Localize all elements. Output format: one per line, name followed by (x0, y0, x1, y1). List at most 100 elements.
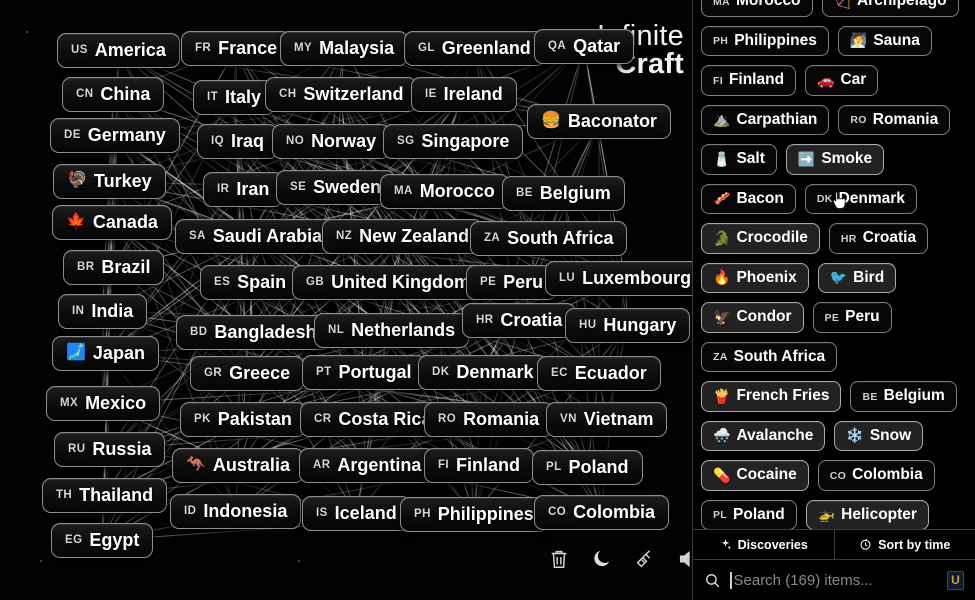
canvas-node[interactable]: 🗾 Japan (52, 336, 159, 371)
canvas-node[interactable]: BR Brazil (63, 250, 165, 285)
canvas-node[interactable]: MX Mexico (46, 386, 161, 421)
canvas-node[interactable]: LU Luxembourg (545, 261, 692, 296)
canvas-node[interactable]: IQ Iraq (197, 124, 278, 159)
canvas-node[interactable]: MY Malaysia (280, 31, 409, 66)
canvas-node-label: America (94, 40, 166, 60)
sidebar-item-chip[interactable]: 🚁 Helicopter (805, 499, 929, 529)
sidebar-item-chip[interactable]: ZA South Africa (701, 341, 838, 372)
canvas-node[interactable]: AR Argentina (299, 448, 436, 483)
sidebar-item-chip[interactable]: PL Poland (701, 499, 797, 529)
canvas-node[interactable]: NZ New Zealand (322, 219, 484, 254)
craft-canvas[interactable]: Infinite Craft US America FR France MY Malays… (0, 0, 692, 600)
canvas-node-label: Spain (237, 272, 287, 292)
sound-icon[interactable] (677, 548, 692, 570)
extension-badge-icon[interactable]: U (947, 570, 964, 590)
canvas-node[interactable]: HR Croatia (462, 303, 577, 338)
broom-icon[interactable] (634, 548, 656, 570)
search-input[interactable]: Search (169) items... (730, 571, 938, 589)
canvas-node[interactable]: IE Ireland (411, 77, 517, 112)
canvas-node[interactable]: US America (57, 33, 180, 68)
canvas-node[interactable]: IT Italy (193, 80, 276, 115)
sidebar-item-chip[interactable]: 💊 Cocaine (701, 460, 809, 491)
sidebar-item-chip[interactable]: FI Finland (701, 65, 797, 96)
sidebar-item-chip[interactable]: ➡️ Smoke (785, 144, 885, 175)
sidebar-item-chip[interactable]: ❄️ Snow (834, 420, 924, 451)
sidebar-item-chip[interactable]: PE Peru (812, 302, 892, 333)
canvas-node[interactable]: SA Saudi Arabia (175, 219, 337, 254)
canvas-node[interactable]: IS Iceland (302, 496, 411, 531)
canvas-node[interactable]: PH Philippines (400, 497, 548, 532)
item-list-scroll[interactable]: MA Morocco 🏹 Archipelago PH Philippines 🧖 Sauna… (693, 0, 975, 529)
canvas-node[interactable]: PE Peru (466, 265, 558, 300)
tab-sort-by-time[interactable]: Sort by time (833, 530, 975, 559)
sidebar-item-chip[interactable]: DK Denmark (804, 183, 917, 214)
sidebar-item-chip[interactable]: 🏹 Archipelago (821, 0, 959, 17)
canvas-node[interactable]: ID Indonesia (170, 494, 302, 529)
sidebar-item-chip[interactable]: 🥓 Bacon (701, 183, 796, 214)
search-bar[interactable]: Search (169) items... U (693, 560, 975, 600)
canvas-node[interactable]: 🦃 Turkey (53, 164, 166, 199)
canvas-node[interactable]: SG Singapore (383, 124, 524, 159)
country-code-icon: IT (207, 91, 219, 104)
canvas-node[interactable]: IR Iran (203, 172, 284, 207)
sidebar-item-chip[interactable]: 🧂 Salt (701, 144, 777, 175)
canvas-node-label: Ecuador (574, 363, 647, 383)
sidebar-item-chip[interactable]: 🔥 Phoenix (701, 262, 809, 293)
canvas-node[interactable]: TH Thailand (42, 478, 168, 513)
canvas-node[interactable]: SE Sweden (276, 170, 396, 205)
sidebar-item-chip[interactable]: 🍟 French Fries (701, 381, 842, 412)
trash-icon[interactable] (548, 548, 570, 570)
canvas-node[interactable]: IN India (58, 294, 148, 329)
sidebar-item-chip[interactable]: RO Romania (838, 104, 951, 135)
canvas-node[interactable]: 🍁 Canada (52, 205, 172, 240)
canvas-node[interactable]: FR France (181, 31, 292, 66)
sidebar-item-chip[interactable]: ⛰️ Carpathian (701, 104, 830, 135)
sidebar-item-chip[interactable]: 🐊 Crocodile (701, 223, 820, 254)
sidebar-item-chip[interactable]: 🐦 Bird (817, 262, 897, 293)
canvas-node[interactable]: QA Qatar (534, 29, 635, 64)
canvas-node[interactable]: CN China (62, 77, 165, 112)
canvas-node[interactable]: HU Hungary (565, 308, 691, 343)
canvas-node[interactable]: PL Poland (532, 450, 643, 485)
canvas-node[interactable]: GR Greece (190, 356, 305, 391)
canvas-node[interactable]: NL Netherlands (314, 313, 470, 348)
canvas-node[interactable]: RO Romania (424, 402, 554, 437)
sidebar-item-chip[interactable]: BE Belgium (850, 381, 957, 412)
sidebar-item-chip[interactable]: 🧖 Sauna (837, 25, 932, 56)
canvas-node[interactable]: 🍔 Baconator (527, 104, 671, 139)
sidebar-item-chip[interactable]: 🌨️ Avalanche (701, 420, 826, 451)
canvas-node[interactable]: CO Colombia (534, 495, 670, 530)
canvas-node[interactable]: FI Finland (424, 448, 535, 483)
country-code-icon: PH (414, 508, 431, 521)
canvas-node[interactable]: CH Switzerland (265, 77, 418, 112)
canvas-node[interactable]: GB United Kingdom (292, 265, 485, 300)
canvas-node[interactable]: EC Ecuador (537, 356, 661, 391)
canvas-node[interactable]: RU Russia (54, 432, 166, 467)
canvas-node[interactable]: GL Greenland (404, 31, 545, 66)
canvas-node[interactable]: NO Norway (272, 124, 391, 159)
canvas-node[interactable]: DK Denmark (418, 355, 548, 390)
canvas-node[interactable]: BD Bangladesh (176, 315, 331, 350)
country-code-icon: IN (72, 305, 85, 318)
canvas-node[interactable]: ZA South Africa (470, 221, 628, 256)
canvas-node[interactable]: 🦘 Australia (172, 448, 304, 483)
sidebar-item-label: Carpathian (736, 110, 818, 128)
sidebar-item-chip[interactable]: 🦅 Condor (701, 302, 804, 333)
tab-discoveries[interactable]: Discoveries (693, 530, 834, 559)
sidebar-item-chip[interactable]: CO Colombia (817, 460, 935, 491)
canvas-node[interactable]: PK Pakistan (180, 402, 306, 437)
moon-icon[interactable] (591, 548, 613, 570)
canvas-node[interactable]: PT Portugal (302, 355, 426, 390)
canvas-node[interactable]: VN Vietnam (546, 402, 668, 437)
canvas-node[interactable]: MA Morocco (380, 174, 509, 209)
sidebar-item-chip[interactable]: 🚗 Car (805, 65, 879, 96)
canvas-node[interactable]: DE Germany (50, 118, 180, 153)
sidebar-item-chip[interactable]: HR Croatia (828, 223, 929, 254)
item-emoji-icon: 🧖 (849, 32, 868, 49)
canvas-node[interactable]: EG Egypt (51, 523, 154, 558)
sidebar-item-chip[interactable]: PH Philippines (701, 25, 829, 56)
sidebar-item-chip[interactable]: MA Morocco (701, 0, 813, 17)
canvas-node-label: France (218, 38, 278, 58)
canvas-node[interactable]: BE Belgium (502, 176, 625, 211)
canvas-node[interactable]: ES Spain (200, 265, 301, 300)
